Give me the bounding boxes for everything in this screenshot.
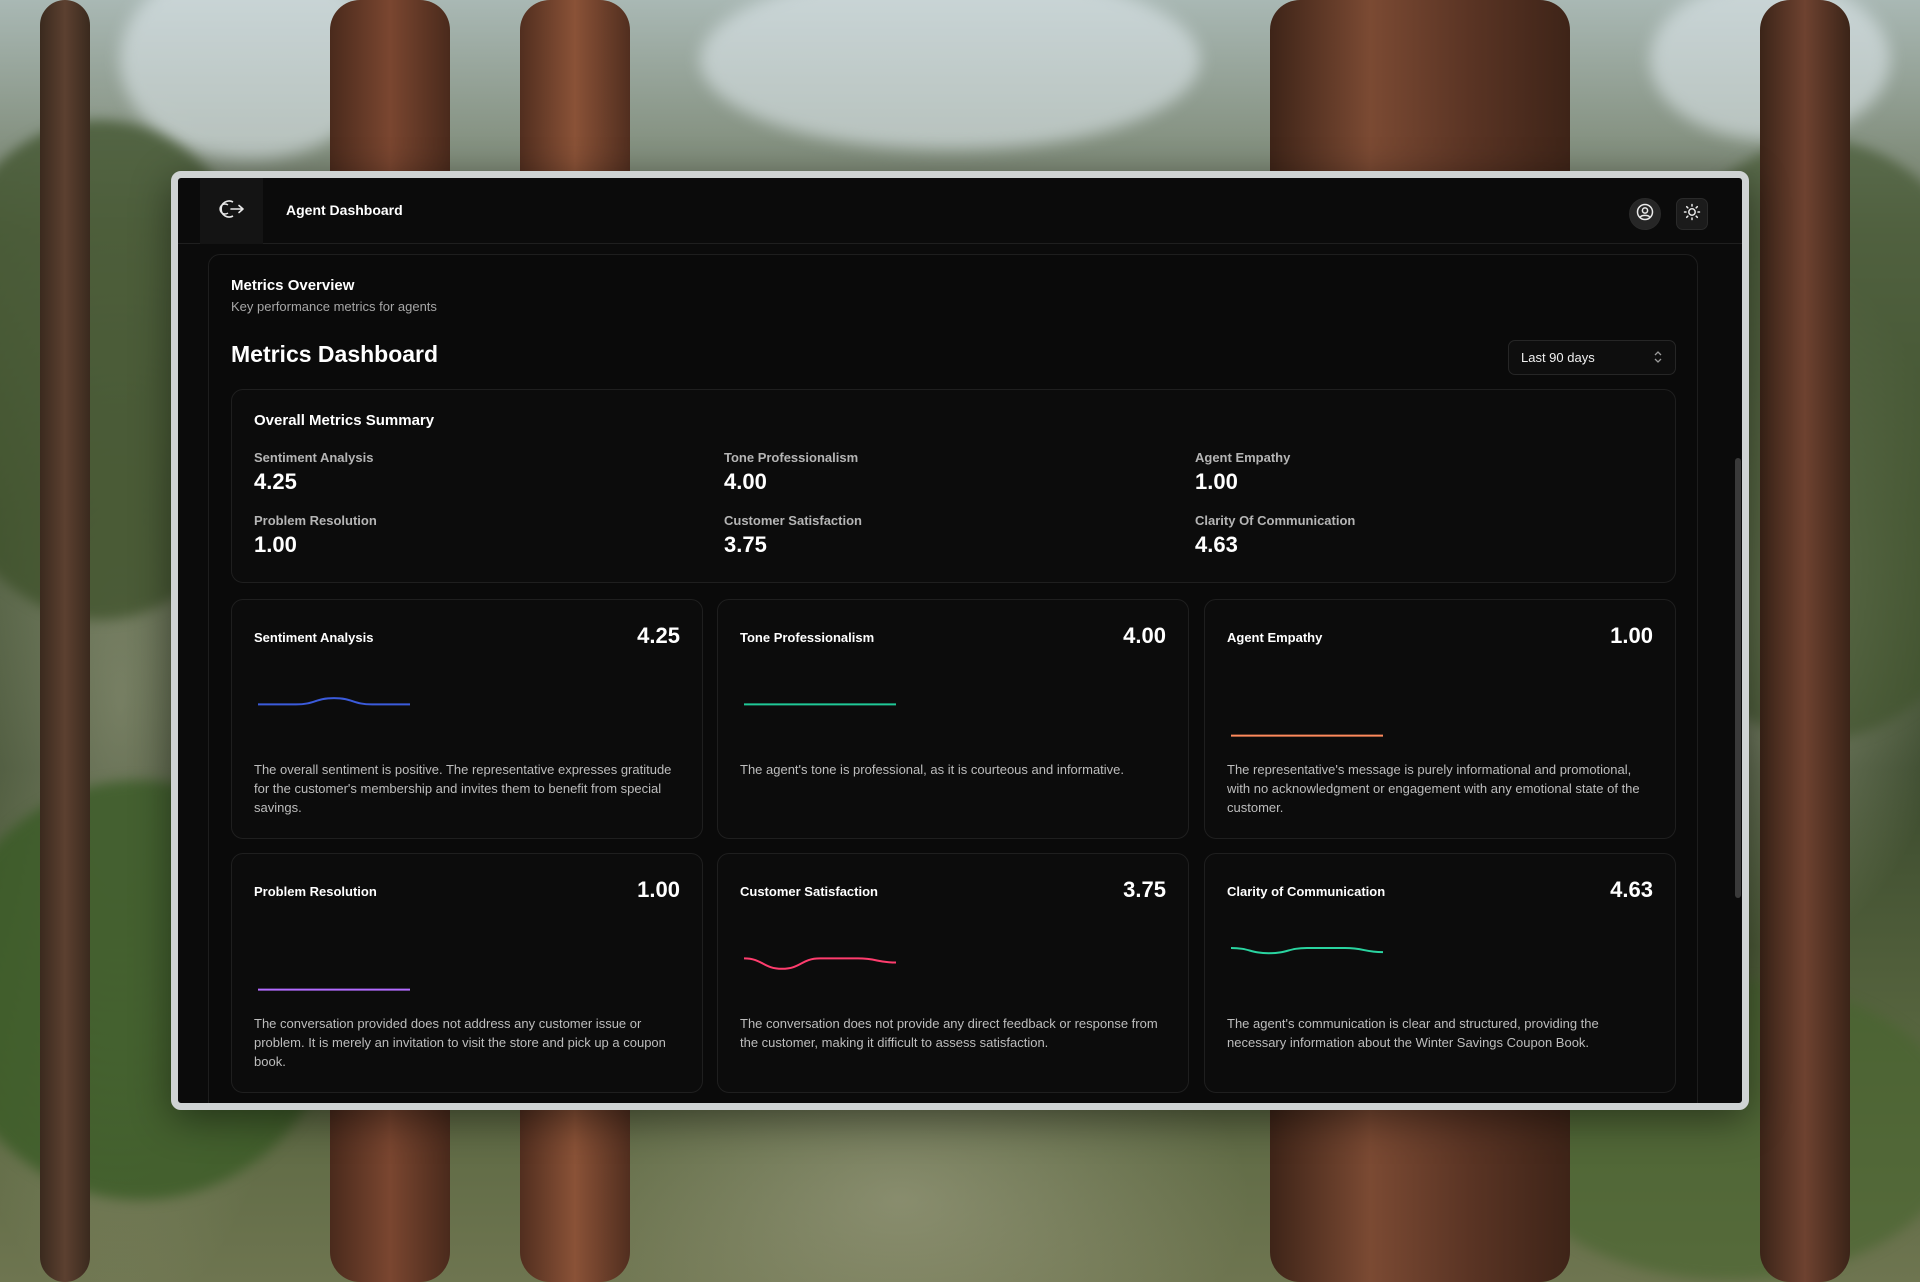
card-score: 4.25: [637, 623, 680, 648]
summary-item: Clarity Of Communication 4.63: [1195, 513, 1355, 558]
scrollbar[interactable]: [1735, 458, 1741, 898]
metrics-panel: Metrics Overview Key performance metrics…: [208, 254, 1698, 1103]
card-title: Problem Resolution: [254, 884, 377, 899]
card-score: 1.00: [1610, 623, 1653, 648]
date-range-value: Last 90 days: [1521, 350, 1595, 365]
user-icon: [1636, 203, 1654, 226]
date-range-select[interactable]: Last 90 days: [1508, 340, 1676, 375]
summary-item: Problem Resolution 1.00: [254, 513, 377, 558]
sparkline-path: [1230, 947, 1384, 955]
summary-title: Overall Metrics Summary: [254, 412, 435, 429]
top-bar: Agent Dashboard: [178, 178, 1742, 244]
summary-item: Customer Satisfaction 3.75: [724, 513, 862, 558]
sparkline: [258, 988, 410, 991]
card-score: 4.63: [1610, 877, 1653, 902]
app-window: Agent Dashboard Metrics Overview Key per…: [171, 171, 1749, 1110]
dashboard-title: Metrics Dashboard: [231, 341, 439, 367]
sparkline: [258, 697, 410, 706]
sparkline-path: [743, 957, 897, 970]
sun-icon: [1683, 203, 1701, 226]
summary-label: Problem Resolution: [254, 513, 377, 528]
summary-label: Clarity Of Communication: [1195, 513, 1356, 528]
card-description: The agent's communication is clear and s…: [1227, 1016, 1599, 1050]
summary-label: Agent Empathy: [1195, 450, 1291, 465]
card-description: The conversation does not provide any di…: [740, 1016, 1158, 1050]
summary-value: 1.00: [254, 532, 297, 557]
card-description: The overall sentiment is positive. The r…: [254, 762, 672, 815]
card-title: Sentiment Analysis: [254, 630, 374, 645]
user-menu-button[interactable]: [1629, 198, 1661, 230]
chevron-updown-icon: [1653, 350, 1663, 367]
overview-title: Metrics Overview: [231, 277, 355, 294]
metric-card-agent-empathy[interactable]: Agent Empathy 1.00 The representative's …: [1204, 599, 1676, 839]
metric-card-sentiment-analysis[interactable]: Sentiment Analysis 4.25 The overall sent…: [231, 599, 703, 839]
summary-value: 1.00: [1195, 469, 1238, 494]
summary-item: Tone Professionalism 4.00: [724, 450, 858, 495]
theme-toggle-button[interactable]: [1676, 198, 1708, 230]
logo-icon: [217, 198, 247, 225]
summary-value: 4.63: [1195, 532, 1238, 557]
sparkline: [1230, 947, 1384, 955]
summary-item: Sentiment Analysis 4.25: [254, 450, 373, 495]
sparkline: [743, 957, 897, 970]
sparkline-path: [258, 697, 410, 706]
summary-item: Agent Empathy 1.00: [1195, 450, 1290, 495]
overview-subtitle: Key performance metrics for agents: [231, 299, 437, 314]
summary-label: Sentiment Analysis: [254, 450, 374, 465]
summary-label: Tone Professionalism: [724, 450, 859, 465]
sparkline: [744, 703, 896, 706]
metric-card-customer-satisfaction[interactable]: Customer Satisfaction 3.75 The conversat…: [717, 853, 1189, 1093]
metric-card-tone-professionalism[interactable]: Tone Professionalism 4.00 The agent's to…: [717, 599, 1189, 839]
card-score: 4.00: [1123, 623, 1166, 648]
card-score: 3.75: [1123, 877, 1166, 902]
summary-value: 4.25: [254, 469, 297, 494]
card-description: The conversation provided does not addre…: [254, 1016, 666, 1069]
sparkline: [1231, 734, 1383, 737]
metric-card-clarity-of-communication[interactable]: Clarity of Communication 4.63 The agent'…: [1204, 853, 1676, 1093]
overall-summary-card: Overall Metrics Summary Sentiment Analys…: [231, 389, 1676, 583]
summary-value: 4.00: [724, 469, 767, 494]
logo-button[interactable]: [200, 178, 263, 244]
card-description: The representative's message is purely i…: [1227, 762, 1640, 815]
card-description: The agent's tone is professional, as it …: [740, 762, 1125, 777]
summary-value: 3.75: [724, 532, 767, 557]
summary-label: Customer Satisfaction: [724, 513, 862, 528]
card-title: Agent Empathy: [1227, 630, 1323, 645]
card-title: Clarity of Communication: [1227, 884, 1386, 899]
card-title: Customer Satisfaction: [740, 884, 878, 899]
card-score: 1.00: [637, 877, 680, 902]
card-title: Tone Professionalism: [740, 630, 875, 645]
metric-card-problem-resolution[interactable]: Problem Resolution 1.00 The conversation…: [231, 853, 703, 1093]
app-title: Agent Dashboard: [286, 202, 403, 218]
